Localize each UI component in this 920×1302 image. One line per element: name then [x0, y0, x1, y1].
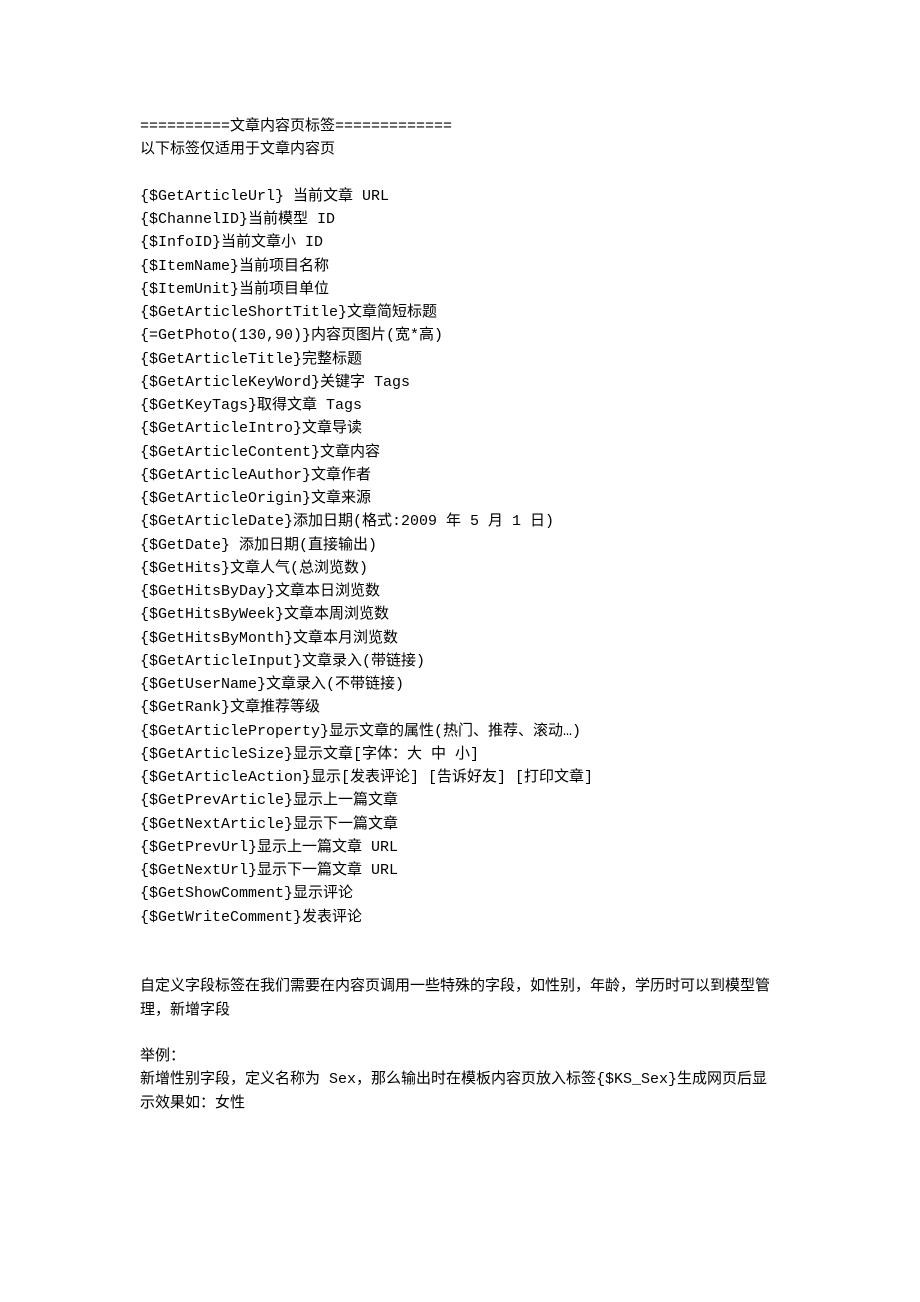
- tag-line: {$ChannelID}当前模型 ID: [140, 208, 780, 231]
- tag-line: {$GetArticleTitle}完整标题: [140, 348, 780, 371]
- tag-line: {$ItemUnit}当前项目单位: [140, 278, 780, 301]
- tag-line: {$GetPrevUrl}显示上一篇文章 URL: [140, 836, 780, 859]
- tag-line: {$GetNextArticle}显示下一篇文章: [140, 813, 780, 836]
- tag-line: {$GetDate} 添加日期(直接输出): [140, 534, 780, 557]
- tag-line: {$GetArticleSize}显示文章[字体：大 中 小]: [140, 743, 780, 766]
- tag-line: {$GetNextUrl}显示下一篇文章 URL: [140, 859, 780, 882]
- blank-gap: [140, 929, 780, 976]
- section-header: ==========文章内容页标签=============: [140, 115, 780, 138]
- example-label: 举例：: [140, 1045, 780, 1068]
- tag-line: {$GetArticleUrl} 当前文章 URL: [140, 185, 780, 208]
- tag-line: {$GetArticleOrigin}文章来源: [140, 487, 780, 510]
- tag-line: {$GetHitsByDay}文章本日浏览数: [140, 580, 780, 603]
- tag-line: {$GetWriteComment}发表评论: [140, 906, 780, 929]
- tag-line: {$GetShowComment}显示评论: [140, 882, 780, 905]
- tag-line: {$GetKeyTags}取得文章 Tags: [140, 394, 780, 417]
- tag-line: {$GetHitsByWeek}文章本周浏览数: [140, 603, 780, 626]
- tag-line: {$GetRank}文章推荐等级: [140, 696, 780, 719]
- tag-line: {$ItemName}当前项目名称: [140, 255, 780, 278]
- tag-line: {$GetPrevArticle}显示上一篇文章: [140, 789, 780, 812]
- tag-line: {$GetArticleContent}文章内容: [140, 441, 780, 464]
- tag-line: {$GetUserName}文章录入(不带链接): [140, 673, 780, 696]
- tag-line: {$GetHitsByMonth}文章本月浏览数: [140, 627, 780, 650]
- tag-line: {$GetHits}文章人气(总浏览数): [140, 557, 780, 580]
- tag-line: {$GetArticleDate}添加日期(格式:2009 年 5 月 1 日): [140, 510, 780, 533]
- tag-line: {$GetArticleInput}文章录入(带链接): [140, 650, 780, 673]
- tag-line: {$GetArticleProperty}显示文章的属性(热门、推荐、滚动…): [140, 720, 780, 743]
- tag-line: {$GetArticleShortTitle}文章简短标题: [140, 301, 780, 324]
- tag-line: {$GetArticleAction}显示[发表评论] [告诉好友] [打印文章…: [140, 766, 780, 789]
- section-subheader: 以下标签仅适用于文章内容页: [140, 138, 780, 161]
- tag-line: {$GetArticleAuthor}文章作者: [140, 464, 780, 487]
- example-text: 新增性别字段，定义名称为 Sex，那么输出时在模板内容页放入标签{$KS_Sex…: [140, 1068, 780, 1115]
- tag-list: {$GetArticleUrl} 当前文章 URL {$ChannelID}当前…: [140, 185, 780, 929]
- tag-line: {$GetArticleKeyWord}关键字 Tags: [140, 371, 780, 394]
- blank-line: [140, 162, 780, 185]
- tag-line: {$GetArticleIntro}文章导读: [140, 417, 780, 440]
- blank-line: [140, 1022, 780, 1045]
- tag-line: {$InfoID}当前文章小 ID: [140, 231, 780, 254]
- document-page: ==========文章内容页标签============= 以下标签仅适用于文…: [0, 0, 920, 1302]
- tag-line: {=GetPhoto(130,90)}内容页图片(宽*高): [140, 324, 780, 347]
- custom-field-note: 自定义字段标签在我们需要在内容页调用一些特殊的字段，如性别，年龄，学历时可以到模…: [140, 975, 780, 1022]
